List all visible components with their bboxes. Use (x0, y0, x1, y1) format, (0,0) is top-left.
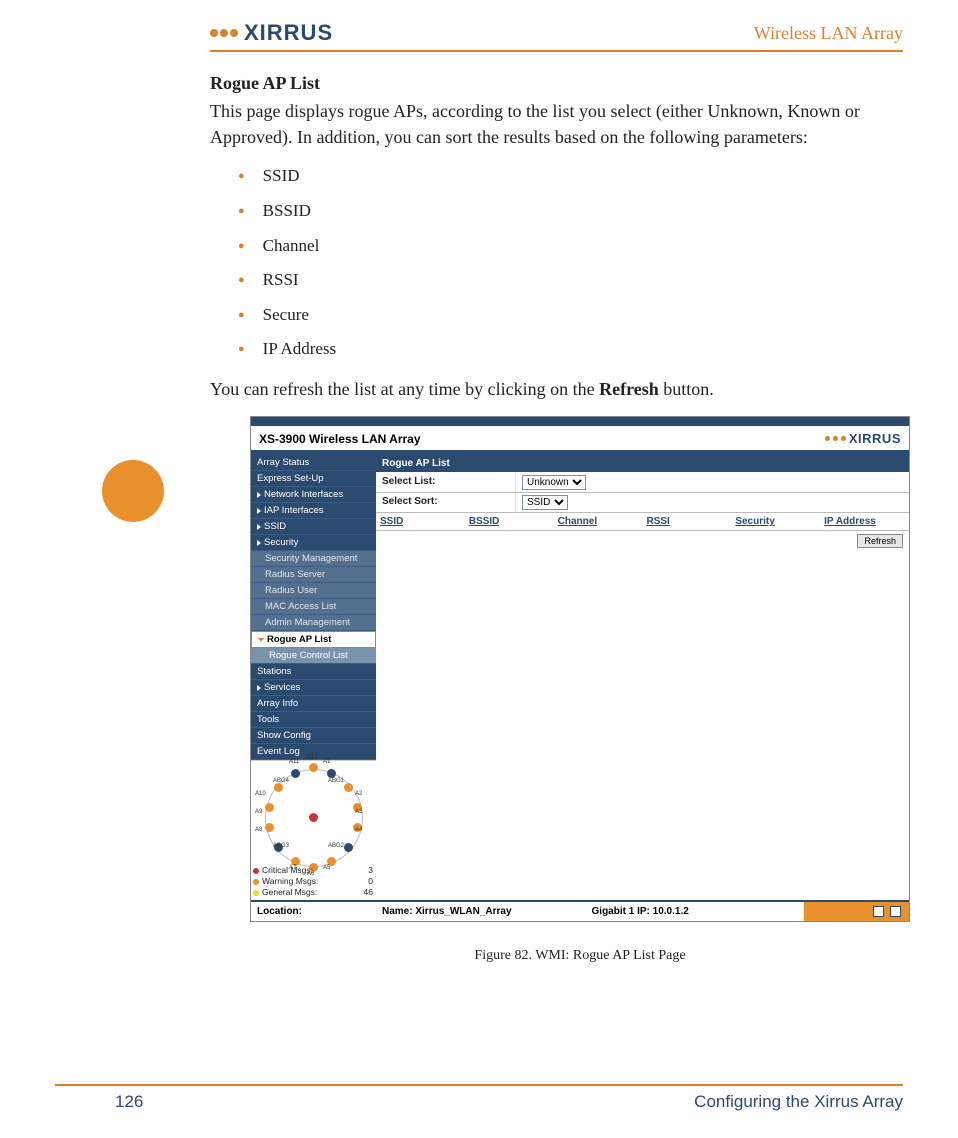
sidebar-item[interactable]: Radius Server (251, 567, 376, 583)
bullet-list: SSID BSSID Channel RSSI Secure IP Addres… (238, 164, 903, 362)
save-icon[interactable] (890, 906, 901, 917)
array-diagram: A12 A1 ABG1 A2 A3 A4 ABG2 A5 A6 A7 ABG3 … (251, 760, 376, 900)
col-bssid[interactable]: BSSID (465, 513, 554, 530)
table-header: SSID BSSID Channel RSSI Security IP Addr… (376, 513, 909, 531)
list-item: Channel (238, 234, 903, 259)
sidebar-item[interactable]: Services (251, 680, 376, 696)
refresh-button[interactable]: Refresh (857, 534, 903, 548)
figure: XS-3900 Wireless LAN Array XIRRUS Array … (250, 416, 910, 964)
select-sort-dropdown[interactable]: SSID (522, 495, 568, 510)
section-title: Rogue AP List (210, 70, 903, 96)
list-item: SSID (238, 164, 903, 189)
figure-caption: Figure 82. WMI: Rogue AP List Page (250, 948, 910, 964)
page-header: XIRRUS Wireless LAN Array (210, 20, 903, 52)
page-number: 126 (115, 1092, 143, 1112)
sidebar-item[interactable]: Show Config (251, 728, 376, 744)
footer-location: Location: (257, 906, 302, 917)
refresh-sentence: You can refresh the list at any time by … (210, 376, 903, 402)
intro-text: This page displays rogue APs, according … (210, 98, 903, 150)
sidebar-item[interactable]: Tools (251, 712, 376, 728)
select-list-dropdown[interactable]: Unknown (522, 475, 586, 490)
list-item: RSSI (238, 268, 903, 293)
sidebar-item[interactable]: MAC Access List (251, 599, 376, 615)
footer-text: Configuring the Xirrus Array (694, 1092, 903, 1112)
logo-text: XIRRUS (244, 20, 333, 46)
sidebar-item[interactable]: Array Status (251, 455, 376, 471)
sidebar-item[interactable]: Rogue Control List (251, 648, 376, 664)
footer-tab (804, 902, 909, 921)
sidebar-item[interactable]: Array Info (251, 696, 376, 712)
sidebar-item[interactable]: Security (251, 535, 376, 551)
col-channel[interactable]: Channel (554, 513, 643, 530)
sidebar-item[interactable]: Security Management (251, 551, 376, 567)
logo: XIRRUS (210, 20, 333, 46)
sidebar-item[interactable]: SSID (251, 519, 376, 535)
screenshot-title: XS-3900 Wireless LAN Array (259, 432, 421, 446)
col-ip[interactable]: IP Address (820, 513, 909, 530)
page-footer: 126 Configuring the Xirrus Array (55, 1084, 903, 1112)
sidebar: Array StatusExpress Set-UpNetwork Interf… (251, 455, 376, 900)
sidebar-item[interactable]: IAP Interfaces (251, 503, 376, 519)
list-item: BSSID (238, 199, 903, 224)
margin-dot-icon (102, 460, 164, 522)
col-ssid[interactable]: SSID (376, 513, 465, 530)
select-list-label: Select List: (376, 473, 516, 492)
screenshot-logo: XIRRUS (825, 431, 901, 446)
header-title: Wireless LAN Array (754, 23, 903, 44)
message-counts: Critical Msgs:3 Warning Msgs:0 General M… (253, 865, 373, 898)
screenshot-footer: Location: Name: Xirrus_WLAN_Array Gigabi… (251, 900, 909, 921)
select-sort-label: Select Sort: (376, 493, 516, 512)
content-title: Rogue AP List (376, 455, 909, 473)
sidebar-item[interactable]: Network Interfaces (251, 487, 376, 503)
col-rssi[interactable]: RSSI (642, 513, 731, 530)
list-item: IP Address (238, 337, 903, 362)
list-item: Secure (238, 303, 903, 328)
print-icon[interactable] (873, 906, 884, 917)
sidebar-item[interactable]: Express Set-Up (251, 471, 376, 487)
col-security[interactable]: Security (731, 513, 820, 530)
sidebar-item[interactable]: Rogue AP List (251, 631, 376, 648)
sidebar-item[interactable]: Stations (251, 664, 376, 680)
sidebar-item[interactable]: Admin Management (251, 615, 376, 631)
sidebar-item[interactable]: Radius User (251, 583, 376, 599)
